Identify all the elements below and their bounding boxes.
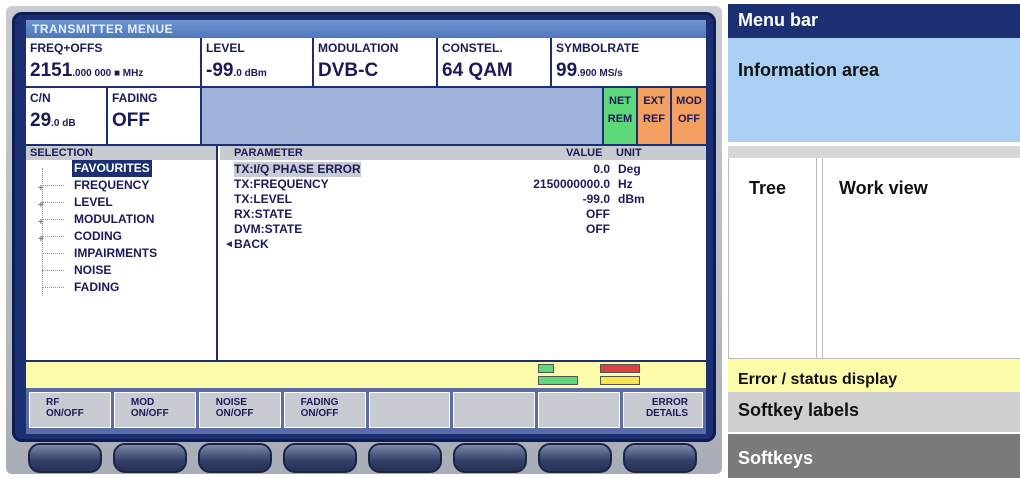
modulation-value: DVB-C — [318, 60, 379, 81]
column-parameter: PARAMETER — [234, 147, 303, 159]
status-led-yellow — [600, 376, 640, 385]
softkey-rf[interactable]: RF ON/OFF — [29, 392, 111, 428]
constel-label: CONSTEL. — [442, 41, 503, 55]
info-blank-band — [202, 88, 604, 146]
back-row[interactable]: ◄ BACK — [220, 237, 706, 252]
info-area-row1: FREQ+OFFS 2151.000 000 ■ MHz LEVEL -99.0… — [26, 38, 706, 88]
fading-label: FADING — [112, 91, 158, 105]
softkey-noise[interactable]: NOISE ON/OFF — [198, 392, 281, 428]
fading-cell[interactable]: FADING OFF — [108, 88, 202, 146]
param-row[interactable]: RX:STATE OFF — [220, 207, 706, 222]
fading-value: OFF — [112, 110, 150, 131]
softkey-empty-7[interactable] — [538, 392, 621, 428]
screen-layout-legend: Menu bar Information area Tree Work view… — [728, 4, 1020, 478]
legend-softkey-labels: Softkey labels — [728, 392, 1020, 432]
expand-icon[interactable]: + — [38, 197, 44, 214]
status-mod-off: MOD OFF — [672, 88, 706, 146]
legend-information-area: Information area — [728, 38, 1020, 142]
softkey-empty-6[interactable] — [453, 392, 536, 428]
modulation-label: MODULATION — [318, 41, 399, 55]
column-unit: UNIT — [616, 147, 642, 159]
param-row[interactable]: TX:LEVEL -99.0 dBm — [220, 192, 706, 207]
back-arrow-icon: ◄ — [224, 239, 234, 250]
softkey-fading[interactable]: FADING ON/OFF — [283, 392, 366, 428]
column-value: VALUE — [566, 147, 603, 159]
status-net-rem: NET REM — [604, 88, 638, 146]
legend-tree: Tree — [729, 158, 817, 358]
hardware-key-1[interactable] — [28, 443, 102, 473]
error-status-bar — [26, 360, 706, 388]
symbolrate-label: SYMBOLRATE — [556, 41, 640, 55]
cn-value: 29.0 dB — [30, 110, 76, 131]
softkey-mod[interactable]: MOD ON/OFF — [113, 392, 196, 428]
param-row[interactable]: DVM:STATE OFF — [220, 222, 706, 237]
expand-icon[interactable]: + — [38, 231, 44, 248]
hardware-key-4[interactable] — [283, 443, 357, 473]
hardware-key-6[interactable] — [453, 443, 527, 473]
info-area-row2: C/N 29.0 dB FADING OFF NET REM EXT REF MOD… — [26, 88, 706, 146]
freq-cell[interactable]: FREQ+OFFS 2151.000 000 ■ MHz — [26, 38, 202, 88]
param-row[interactable]: TX:I/Q PHASE ERROR 0.0 Deg — [220, 162, 706, 177]
status-led-red — [600, 364, 640, 373]
softkey-error-details[interactable]: ERROR DETAILS — [623, 392, 703, 428]
legend-work-view: Work view — [839, 178, 928, 198]
expand-icon[interactable]: + — [38, 180, 44, 197]
screen-bezel: TRANSMITTER MENUE FREQ+OFFS 2151.000 000… — [12, 12, 716, 442]
freq-label: FREQ+OFFS — [30, 41, 103, 55]
hardware-key-2[interactable] — [113, 443, 187, 473]
expand-icon[interactable]: + — [38, 214, 44, 231]
cn-cell[interactable]: C/N 29.0 dB — [26, 88, 108, 146]
instrument-screen: TRANSMITTER MENUE FREQ+OFFS 2151.000 000… — [26, 20, 706, 434]
hardware-key-8[interactable] — [623, 443, 697, 473]
symbolrate-cell[interactable]: SYMBOLRATE 99.900 MS/s — [552, 38, 706, 88]
cn-label: C/N — [30, 91, 51, 105]
work-view: TX:I/Q PHASE ERROR 0.0 Deg TX:FREQUENCY 215… — [220, 160, 706, 360]
softkey-empty-5[interactable] — [368, 392, 451, 428]
level-value: -99.0 dBm — [206, 60, 267, 81]
legend-error-status: Error / status display — [728, 358, 1020, 392]
legend-softkeys: Softkeys — [728, 432, 1020, 478]
constel-cell[interactable]: CONSTEL. 64 QAM — [438, 38, 552, 88]
symbolrate-value: 99.900 MS/s — [556, 60, 623, 81]
constel-value: 64 QAM — [442, 60, 513, 81]
selection-tree: FAVOURITES + FREQUENCY + LEVEL + MODULATION… — [26, 160, 218, 360]
legend-menu-bar: Menu bar — [728, 4, 1020, 38]
instrument-photo: TRANSMITTER MENUE FREQ+OFFS 2151.000 000… — [6, 6, 722, 474]
tree-header: SELECTION — [26, 146, 218, 160]
modulation-cell[interactable]: MODULATION DVB-C — [314, 38, 438, 88]
hardware-key-5[interactable] — [368, 443, 442, 473]
legend-header-strip — [728, 146, 1020, 158]
status-led-green-2 — [538, 376, 578, 385]
level-cell[interactable]: LEVEL -99.0 dBm — [202, 38, 314, 88]
legend-tree-workview: Tree Work view — [728, 158, 1020, 358]
hardware-key-7[interactable] — [538, 443, 612, 473]
freq-value: 2151.000 000 ■ MHz — [30, 60, 144, 81]
physical-softkeys — [28, 443, 708, 473]
work-view-header: PARAMETER VALUE UNIT — [220, 146, 706, 160]
hardware-key-3[interactable] — [198, 443, 272, 473]
status-led-green — [538, 364, 554, 373]
menu-title: TRANSMITTER MENUE — [26, 20, 706, 38]
status-ext-ref: EXT REF — [638, 88, 672, 146]
softkey-labels: RF ON/OFF MOD ON/OFF NOISE ON/OFF FADING ON/… — [26, 388, 706, 434]
param-row[interactable]: TX:FREQUENCY 2150000000.0 Hz — [220, 177, 706, 192]
level-label: LEVEL — [206, 41, 245, 55]
